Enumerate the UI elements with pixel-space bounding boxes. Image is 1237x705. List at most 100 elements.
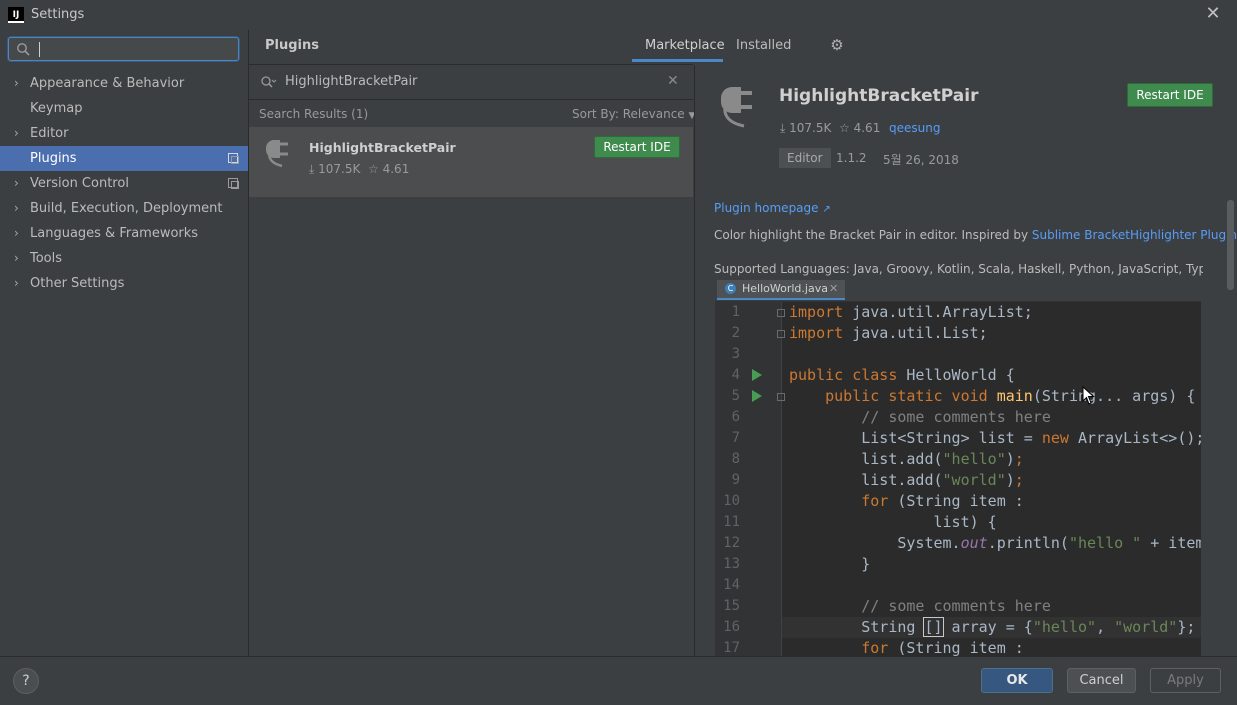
tab-marketplace[interactable]: Marketplace (645, 38, 725, 53)
sidebar-item-appearance-behavior[interactable]: › Appearance & Behavior (0, 71, 248, 96)
line-number: 1 (731, 304, 740, 320)
line-number: 12 (723, 535, 740, 551)
plugin-stats: ⤓ 107.5K ☆ 4.61 (309, 162, 409, 177)
category-tag[interactable]: Editor (779, 148, 831, 168)
detail-plugin-name: HighlightBracketPair (779, 86, 979, 106)
line-number: 14 (723, 577, 740, 593)
line-number: 4 (731, 367, 740, 383)
sidebar-item-label: Editor (30, 126, 69, 141)
help-button[interactable]: ? (13, 668, 39, 694)
homepage-label: Plugin homepage (714, 201, 819, 215)
star-icon: ☆ (368, 162, 379, 176)
rating-value: 4.61 (382, 162, 410, 176)
sidebar-item-label: Languages & Frameworks (30, 226, 199, 241)
sidebar-item-label: Keymap (30, 101, 83, 116)
run-icon (752, 369, 762, 381)
sidebar-item-label: Version Control (30, 176, 129, 191)
cancel-button[interactable]: Cancel (1067, 668, 1136, 693)
line-number: 8 (731, 451, 740, 467)
chevron-right-icon: › (14, 226, 19, 240)
sidebar-item-label: Other Settings (30, 276, 125, 291)
gear-icon[interactable]: ⚙ (829, 37, 845, 53)
file-tab-label: HelloWorld.java (742, 282, 828, 295)
supported-languages: Supported Languages: Java, Groovy, Kotli… (714, 262, 1203, 276)
sidebar-item-languages-frameworks[interactable]: › Languages & Frameworks (0, 221, 248, 246)
plugin-description: Color highlight the Bracket Pair in edit… (714, 228, 1237, 242)
sidebar-item-version-control[interactable]: › Version Control (0, 171, 248, 196)
close-icon[interactable]: ✕ (1204, 4, 1222, 24)
line-number: 5 (731, 388, 740, 404)
mouse-pointer-icon (1082, 386, 1095, 405)
line-number: 16 (723, 619, 740, 635)
external-link-icon: ↗ (822, 204, 831, 215)
plugin-version: 1.1.2 (836, 151, 867, 165)
chevron-right-icon: › (14, 251, 19, 265)
search-icon (17, 43, 30, 56)
plugin-plug-icon (266, 140, 288, 168)
line-number: 6 (731, 409, 740, 425)
clear-search-icon[interactable]: ✕ (667, 73, 679, 89)
detail-stats: ⤓ 107.5K ☆ 4.61 (780, 121, 880, 136)
download-count: 107.5K (789, 121, 832, 135)
line-number: 2 (731, 325, 740, 341)
download-icon: ⤓ (780, 121, 786, 135)
line-number: 13 (723, 556, 740, 572)
line-number: 10 (723, 493, 740, 509)
search-history-icon[interactable] (260, 75, 277, 89)
restart-ide-button[interactable]: Restart IDE (1127, 83, 1213, 107)
chevron-right-icon: › (14, 201, 19, 215)
sort-by-dropdown[interactable]: Sort By: Relevance ▼ (572, 107, 695, 121)
active-tab-indicator (632, 59, 723, 62)
sort-by-label: Sort By: Relevance (572, 107, 685, 121)
tab-installed[interactable]: Installed (736, 38, 791, 53)
ok-button[interactable]: OK (981, 668, 1053, 693)
line-number: 3 (731, 346, 740, 362)
line-number: 15 (723, 598, 740, 614)
line-number: 7 (731, 430, 740, 446)
sidebar-item-build-execution-deployment[interactable]: › Build, Execution, Deployment (0, 196, 248, 221)
sidebar-item-other-settings[interactable]: › Other Settings (0, 271, 248, 296)
plugin-search-input[interactable]: HighlightBracketPair (285, 74, 417, 89)
line-number: 11 (723, 514, 740, 530)
text-caret (39, 42, 40, 57)
code-text-area: import java.util.ArrayList; import java.… (789, 303, 1201, 656)
plugin-name: HighlightBracketPair (309, 140, 456, 155)
sidebar-item-editor[interactable]: › Editor (0, 121, 248, 146)
sidebar-item-tools[interactable]: › Tools (0, 246, 248, 271)
search-results-label: Search Results (1) (259, 107, 369, 121)
line-number: 17 (723, 640, 740, 656)
author-link[interactable]: qeesung (889, 121, 940, 135)
restart-ide-button[interactable]: Restart IDE (594, 136, 680, 158)
chevron-right-icon: › (14, 126, 19, 140)
project-scope-icon (228, 153, 239, 164)
description-text: Color highlight the Bracket Pair in edit… (714, 228, 1032, 242)
download-icon: ⤓ (309, 162, 315, 176)
star-icon: ☆ (839, 121, 850, 135)
sublime-plugin-link[interactable]: Sublime BracketHighlighter Plugin (1032, 228, 1237, 242)
apply-button[interactable]: Apply (1150, 668, 1221, 693)
line-number: 9 (731, 472, 740, 488)
close-icon: ✕ (829, 282, 839, 295)
chevron-right-icon: › (14, 176, 19, 190)
plugin-homepage-link[interactable]: Plugin homepage ↗ (714, 201, 831, 215)
chevron-right-icon: › (14, 76, 19, 90)
rating-value: 4.61 (853, 121, 881, 135)
plugin-plug-icon (721, 87, 752, 128)
sidebar-item-plugins[interactable]: Plugins (0, 146, 248, 171)
sidebar-item-label: Plugins (30, 151, 77, 166)
window-title: Settings (31, 7, 85, 22)
sidebar-item-label: Tools (30, 251, 63, 266)
release-date: 5월 26, 2018 (883, 153, 959, 167)
run-icon (752, 390, 762, 402)
page-title: Plugins (265, 38, 319, 53)
sidebar-item-keymap[interactable]: Keymap (0, 96, 248, 121)
title-bar (0, 0, 1237, 30)
scrollbar[interactable] (1227, 200, 1234, 290)
settings-search-input[interactable] (8, 37, 239, 61)
download-count: 107.5K (318, 162, 361, 176)
chevron-right-icon: › (14, 276, 19, 290)
sidebar-item-label: Build, Execution, Deployment (30, 201, 223, 216)
project-scope-icon (228, 178, 239, 189)
sidebar-item-label: Appearance & Behavior (30, 76, 185, 91)
app-icon: IJ (8, 7, 24, 23)
